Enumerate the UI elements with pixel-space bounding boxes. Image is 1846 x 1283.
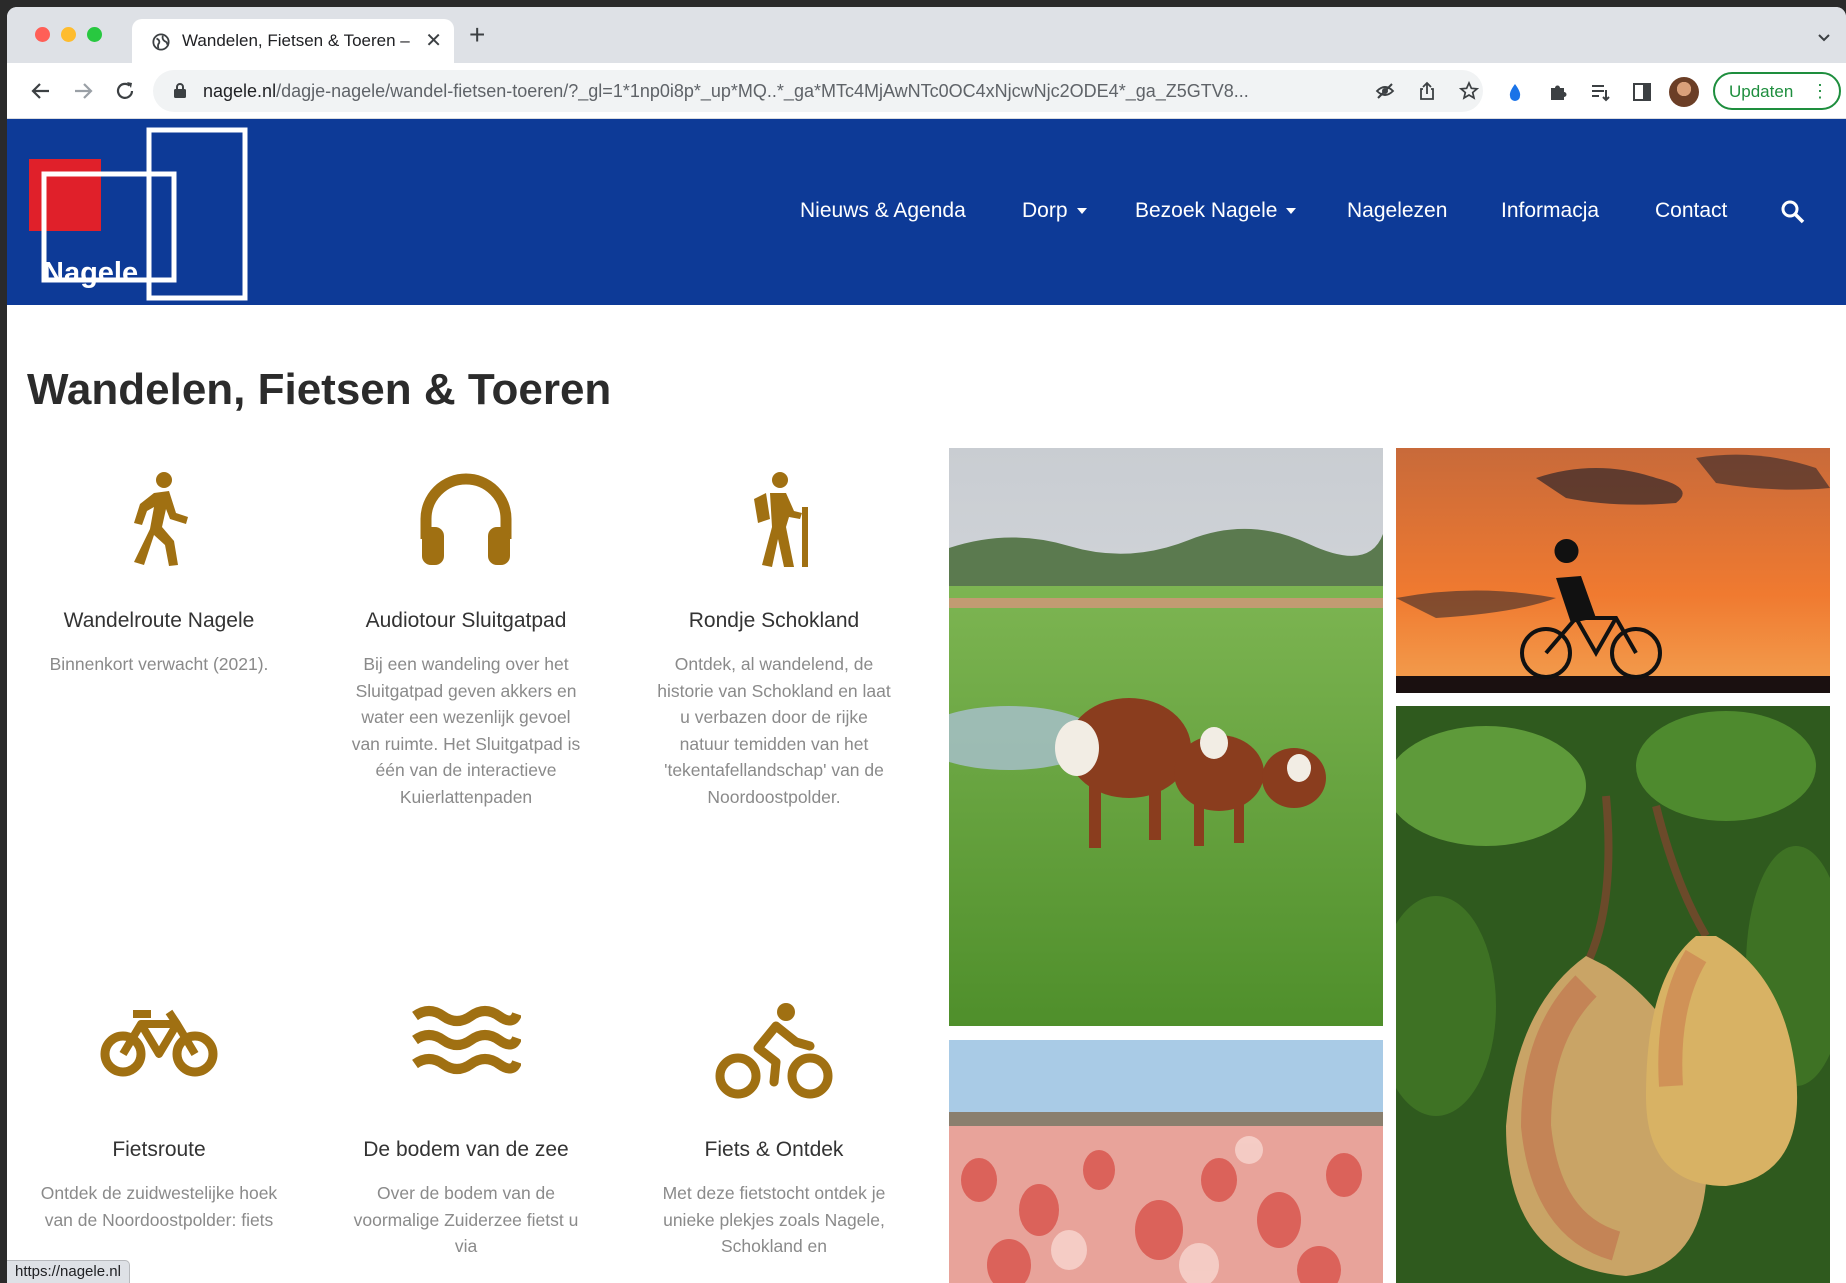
walking-icon	[134, 472, 188, 566]
card-fietsroute[interactable]: Fietsroute Ontdek de zuidwestelijke hoek…	[39, 1002, 279, 1233]
url-path: /dagje-nagele/wandel-fietsen-toeren/?_gl…	[276, 81, 1249, 101]
bicycle-icon	[100, 1009, 218, 1077]
url-host: nagele.nl	[203, 81, 277, 101]
caret-down-icon	[1076, 208, 1087, 215]
browser-window: Wandelen, Fietsen & Toeren – N ✕ + nagel…	[7, 7, 1846, 1283]
forward-icon[interactable]	[71, 79, 95, 103]
nav-label: Nieuws & Agenda	[800, 199, 966, 222]
cows-photo[interactable]	[949, 448, 1383, 1026]
reading-list-icon[interactable]	[1589, 81, 1611, 103]
tab-title: Wandelen, Fietsen & Toeren – N	[182, 31, 414, 50]
maximize-window-button[interactable]	[87, 27, 102, 42]
back-icon[interactable]	[29, 79, 53, 103]
nav-item-informacja[interactable]: Informacja	[1501, 199, 1599, 223]
card-title: Fietsroute	[112, 1138, 206, 1161]
drop-extension-icon[interactable]	[1504, 81, 1526, 103]
status-bar-url: https://nagele.nl	[7, 1260, 130, 1283]
update-browser-button[interactable]: Updaten ⋮	[1713, 72, 1841, 110]
search-icon[interactable]	[1780, 199, 1806, 225]
cyclist-sunset-photo[interactable]	[1396, 448, 1830, 693]
share-icon[interactable]	[1417, 81, 1437, 101]
cows-meadow-image	[949, 448, 1383, 1026]
browser-tab[interactable]: Wandelen, Fietsen & Toeren – N ✕	[132, 19, 454, 63]
caret-down-icon	[1286, 208, 1297, 215]
close-window-button[interactable]	[35, 27, 50, 42]
close-tab-icon[interactable]: ✕	[425, 28, 442, 53]
browser-toolbar: nagele.nl/dagje-nagele/wandel-fietsen-to…	[7, 63, 1846, 119]
nav-label: Nagelezen	[1347, 199, 1448, 222]
card-text: Over de bodem van de voormalige Zuiderze…	[353, 1183, 579, 1256]
url-text: nagele.nl/dagje-nagele/wandel-fietsen-to…	[203, 81, 1363, 102]
nav-label: Bezoek Nagele	[1135, 199, 1278, 222]
lock-icon[interactable]	[173, 82, 187, 99]
pears-on-tree-image	[1396, 706, 1830, 1283]
card-text: Bij een wandeling over het Sluitgatpad g…	[351, 654, 581, 807]
profile-avatar[interactable]	[1669, 77, 1699, 107]
card-audiotour[interactable]: Audiotour Sluitgatpad Bij een wandeling …	[346, 469, 586, 810]
nav-item-dorp[interactable]: Dorp	[1022, 199, 1087, 223]
nagele-logo[interactable]: Nagele	[27, 127, 249, 302]
tab-strip: Wandelen, Fietsen & Toeren – N ✕ +	[7, 7, 1846, 63]
site-header: Nagele Nieuws & Agenda Dorp Bezoek Nagel…	[7, 119, 1846, 305]
cyclist-icon	[715, 1003, 833, 1099]
card-fiets-ontdek[interactable]: Fiets & Ontdek Met deze fietstocht ontde…	[654, 1002, 894, 1260]
card-text: Ontdek de zuidwestelijke hoek van de Noo…	[40, 1183, 278, 1230]
pears-photo[interactable]	[1396, 706, 1830, 1283]
headphones-icon	[420, 473, 512, 565]
nav-label: Informacja	[1501, 199, 1600, 222]
card-wandelroute[interactable]: Wandelroute Nagele Binnenkort verwacht (…	[39, 469, 279, 678]
card-title: Rondje Schokland	[688, 609, 860, 632]
update-label: Updaten	[1729, 82, 1794, 101]
side-panel-icon[interactable]	[1631, 81, 1653, 103]
card-title: Wandelroute Nagele	[63, 609, 255, 632]
card-bodem-van-de-zee[interactable]: De bodem van de zee Over de bodem van de…	[346, 1002, 586, 1260]
nav-item-nieuws-agenda[interactable]: Nieuws & Agenda	[800, 199, 966, 223]
new-tab-icon[interactable]: +	[469, 21, 485, 49]
hiking-icon	[754, 472, 808, 567]
extensions-puzzle-icon[interactable]	[1547, 81, 1569, 103]
nav-item-nagelezen[interactable]: Nagelezen	[1347, 199, 1447, 223]
card-text: Ontdek, al wandelend, de historie van Sc…	[657, 654, 891, 807]
reload-icon[interactable]	[113, 79, 137, 103]
nav-item-contact[interactable]: Contact	[1655, 199, 1727, 223]
card-title: Fiets & Ontdek	[704, 1138, 844, 1161]
logo-text: Nagele	[43, 257, 139, 289]
card-title: Audiotour Sluitgatpad	[365, 609, 567, 632]
card-text: Binnenkort verwacht (2021).	[49, 654, 269, 674]
nav-label: Dorp	[1022, 199, 1068, 222]
minimize-window-button[interactable]	[61, 27, 76, 42]
address-bar[interactable]: nagele.nl/dagje-nagele/wandel-fietsen-to…	[153, 70, 1483, 112]
tulip-field-image	[949, 1040, 1383, 1283]
eye-off-icon[interactable]	[1375, 81, 1395, 101]
nav-item-bezoek-nagele[interactable]: Bezoek Nagele	[1135, 199, 1297, 223]
card-title: De bodem van de zee	[363, 1138, 569, 1161]
more-menu-icon[interactable]: ⋮	[1811, 81, 1829, 102]
globe-icon	[152, 33, 170, 51]
card-text: Met deze fietstocht ontdek je unieke ple…	[662, 1183, 886, 1256]
tulips-photo[interactable]	[949, 1040, 1383, 1283]
bookmark-star-icon[interactable]	[1459, 81, 1479, 101]
tab-search-chevron-icon[interactable]	[1816, 29, 1832, 45]
card-rondje-schokland[interactable]: Rondje Schokland Ontdek, al wandelend, d…	[654, 469, 894, 810]
page-title: Wandelen, Fietsen & Toeren	[27, 365, 612, 414]
sunset-cyclist-image	[1396, 448, 1830, 693]
water-icon	[412, 1006, 521, 1074]
nav-label: Contact	[1655, 199, 1728, 222]
